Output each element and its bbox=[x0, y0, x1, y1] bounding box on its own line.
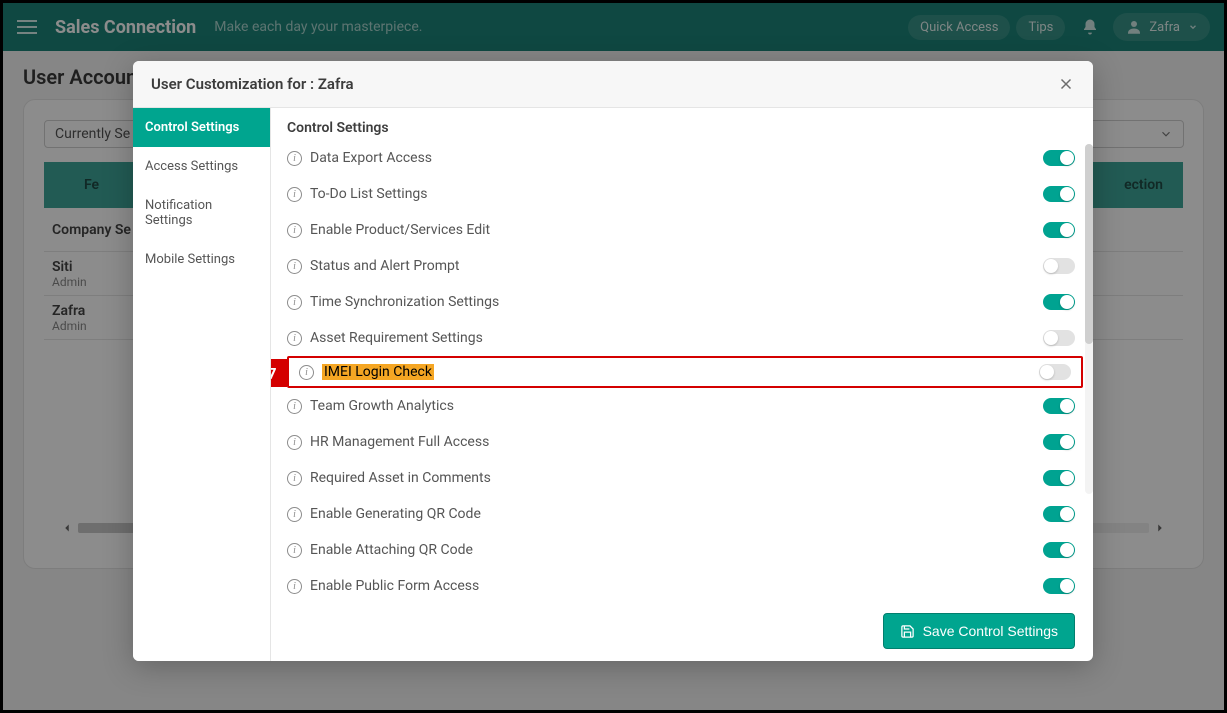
setting-label: Required Asset in Comments bbox=[310, 470, 491, 486]
info-icon[interactable]: i bbox=[299, 365, 314, 380]
info-icon[interactable]: i bbox=[287, 223, 302, 238]
setting-label: Data Export Access bbox=[310, 150, 432, 166]
info-icon[interactable]: i bbox=[287, 435, 302, 450]
settings-list: iData Export AccessiTo-Do List Settingsi… bbox=[271, 140, 1093, 601]
setting-row: i Enable Attaching QR Code bbox=[287, 532, 1087, 568]
setting-row: i Time Synchronization Settings bbox=[287, 284, 1087, 320]
modal-title: User Customization for : Zafra bbox=[151, 75, 354, 93]
modal-side-nav: Control SettingsAccess SettingsNotificat… bbox=[133, 108, 271, 661]
info-icon[interactable]: i bbox=[287, 543, 302, 558]
section-title: Control Settings bbox=[271, 108, 1093, 140]
step-badge: 7 bbox=[271, 359, 287, 387]
setting-label: To-Do List Settings bbox=[310, 186, 428, 202]
setting-toggle[interactable] bbox=[1043, 150, 1075, 166]
info-icon[interactable]: i bbox=[287, 187, 302, 202]
setting-toggle[interactable] bbox=[1043, 398, 1075, 414]
setting-row: i Data Export Access bbox=[287, 140, 1087, 176]
info-icon[interactable]: i bbox=[287, 151, 302, 166]
info-icon[interactable]: i bbox=[287, 399, 302, 414]
setting-toggle[interactable] bbox=[1043, 542, 1075, 558]
info-icon[interactable]: i bbox=[287, 507, 302, 522]
side-nav-item[interactable]: Notification Settings bbox=[133, 186, 270, 240]
setting-toggle[interactable] bbox=[1043, 330, 1075, 346]
setting-label: Status and Alert Prompt bbox=[310, 258, 459, 274]
setting-toggle[interactable] bbox=[1043, 470, 1075, 486]
setting-row: i Required Asset in Comments bbox=[287, 460, 1087, 496]
save-icon bbox=[900, 624, 915, 639]
setting-label: Enable Product/Services Edit bbox=[310, 222, 490, 238]
setting-row-highlighted: 7iIMEI Login Check bbox=[287, 356, 1083, 388]
setting-label: IMEI Login Check bbox=[322, 364, 434, 380]
save-control-settings-button[interactable]: Save Control Settings bbox=[883, 613, 1075, 649]
setting-toggle[interactable] bbox=[1043, 506, 1075, 522]
side-nav-item[interactable]: Access Settings bbox=[133, 147, 270, 186]
info-icon[interactable]: i bbox=[287, 331, 302, 346]
info-icon[interactable]: i bbox=[287, 579, 302, 594]
setting-label: Time Synchronization Settings bbox=[310, 294, 499, 310]
setting-toggle[interactable] bbox=[1043, 294, 1075, 310]
setting-row: i Enable Generating QR Code bbox=[287, 496, 1087, 532]
setting-row: i Asset Requirement Settings bbox=[287, 320, 1087, 356]
setting-toggle[interactable] bbox=[1043, 258, 1075, 274]
modal-header: User Customization for : Zafra bbox=[133, 61, 1093, 108]
user-customization-modal: User Customization for : Zafra Control S… bbox=[133, 61, 1093, 661]
setting-row: i Team Growth Analytics bbox=[287, 388, 1087, 424]
setting-label: Enable Attaching QR Code bbox=[310, 542, 473, 558]
setting-row: i Enable Product/Services Edit bbox=[287, 212, 1087, 248]
setting-toggle[interactable] bbox=[1043, 434, 1075, 450]
vertical-scroll-thumb[interactable] bbox=[1085, 144, 1093, 344]
save-button-label: Save Control Settings bbox=[923, 623, 1058, 639]
modal-footer: Save Control Settings bbox=[271, 601, 1093, 661]
setting-label: HR Management Full Access bbox=[310, 434, 489, 450]
setting-toggle[interactable] bbox=[1043, 578, 1075, 594]
info-icon[interactable]: i bbox=[287, 295, 302, 310]
setting-row: i HR Management Full Access bbox=[287, 424, 1087, 460]
setting-toggle[interactable] bbox=[1043, 186, 1075, 202]
setting-toggle[interactable] bbox=[1039, 364, 1071, 380]
setting-label: Enable Public Form Access bbox=[310, 578, 479, 594]
setting-label: Asset Requirement Settings bbox=[310, 330, 483, 346]
side-nav-item[interactable]: Control Settings bbox=[133, 108, 270, 147]
setting-row: i Status and Alert Prompt bbox=[287, 248, 1087, 284]
setting-row: i Enable Public Form Access bbox=[287, 568, 1087, 601]
side-nav-item[interactable]: Mobile Settings bbox=[133, 240, 270, 279]
setting-toggle[interactable] bbox=[1043, 222, 1075, 238]
setting-row: i To-Do List Settings bbox=[287, 176, 1087, 212]
info-icon[interactable]: i bbox=[287, 471, 302, 486]
setting-label: Enable Generating QR Code bbox=[310, 506, 481, 522]
info-icon[interactable]: i bbox=[287, 259, 302, 274]
close-icon[interactable] bbox=[1057, 75, 1075, 93]
setting-label: Team Growth Analytics bbox=[310, 398, 454, 414]
